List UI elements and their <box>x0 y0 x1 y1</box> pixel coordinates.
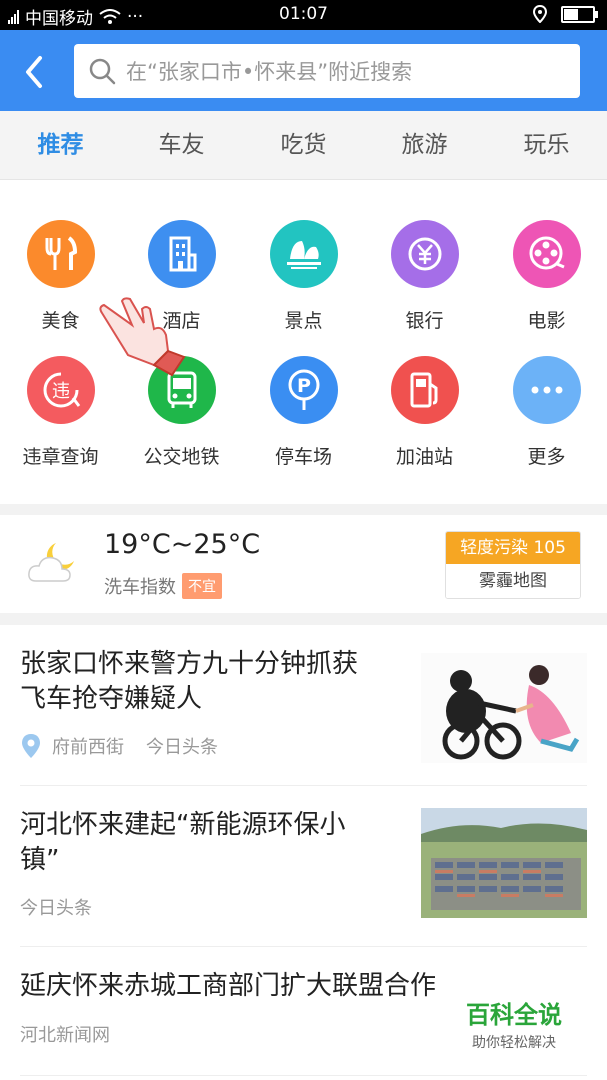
temperature-range: 19°C~25°C <box>104 529 261 560</box>
news-title: 延庆怀来赤城工商部门扩大联盟合作 <box>20 971 437 1001</box>
svg-text:违: 违 <box>52 381 70 402</box>
news-source: 今日头条 <box>146 737 218 758</box>
news-source: 今日头条 <box>20 898 92 919</box>
battery-icon <box>561 5 598 23</box>
svg-text:P: P <box>297 375 311 397</box>
tab-fun[interactable]: 玩乐 <box>486 111 607 179</box>
news-thumbnail <box>421 808 587 918</box>
search-icon <box>89 58 116 85</box>
weather-card[interactable]: 19°C~25°C 洗车指数 不宜 轻度污染 105 雾霾地图 <box>0 515 607 613</box>
parking-icon: P <box>269 356 338 424</box>
category-grid: 美食 酒店 景点 银行 电影 违 违章查询 公交地铁 P 停车场 加油站 更多 <box>0 180 607 504</box>
top-bar: 在“张家口市•怀来县”附近搜索 <box>0 30 607 111</box>
news-source: 河北新闻网 <box>20 1025 110 1046</box>
category-parking[interactable]: P 停车场 <box>243 356 364 469</box>
more-dots-icon <box>512 356 581 424</box>
tab-foodie[interactable]: 吃货 <box>243 111 364 179</box>
car-wash-index-label: 洗车指数 <box>104 577 176 598</box>
search-input[interactable]: 在“张家口市•怀来县”附近搜索 <box>74 44 580 98</box>
tab-recommend[interactable]: 推荐 <box>0 111 121 179</box>
category-more[interactable]: 更多 <box>486 356 607 469</box>
aqi-badge: 轻度污染 105 <box>446 532 580 564</box>
tap-hand-icon <box>99 297 186 377</box>
violation-icon: 违 <box>26 356 95 424</box>
news-title: 河北怀来建起“新能源环保小 镇” <box>20 810 346 875</box>
category-tabs: 推荐 车友 吃货 旅游 玩乐 <box>0 111 607 180</box>
watermark-logo: 百科全说 助你轻松解决 <box>444 995 584 1053</box>
location-icon <box>533 5 547 23</box>
category-label: 银行 <box>405 310 444 332</box>
watermark-subtitle: 助你轻松解决 <box>472 1035 556 1051</box>
car-wash-status-badge: 不宜 <box>182 573 222 599</box>
scenic-spot-icon <box>269 220 338 288</box>
category-bank[interactable]: 银行 <box>364 220 485 333</box>
hotel-building-icon <box>147 220 216 288</box>
news-thumbnail <box>421 653 587 763</box>
search-placeholder: 在“张家口市•怀来县”附近搜索 <box>126 60 413 84</box>
clock: 01:07 <box>279 4 328 24</box>
air-quality-button[interactable]: 轻度污染 105 雾霾地图 <box>445 531 581 599</box>
film-reel-icon <box>512 220 581 288</box>
tab-travel[interactable]: 旅游 <box>364 111 485 179</box>
news-item[interactable]: 张家口怀来警方九十分钟抓获 飞车抢夺嫌疑人 府前西街 今日头条 <box>20 625 587 786</box>
yuan-coin-icon <box>390 220 459 288</box>
news-location: 府前西街 <box>52 737 124 758</box>
category-label: 景点 <box>284 310 323 332</box>
tab-car-friends[interactable]: 车友 <box>121 111 242 179</box>
news-title: 张家口怀来警方九十分钟抓获 飞车抢夺嫌疑人 <box>20 649 359 714</box>
category-label: 更多 <box>527 446 566 468</box>
category-label: 停车场 <box>274 446 332 468</box>
category-scenic[interactable]: 景点 <box>243 220 364 333</box>
category-label: 加油站 <box>395 446 453 468</box>
news-item[interactable]: 河北怀来建起“新能源环保小 镇” 今日头条 <box>20 786 587 947</box>
status-bar: 中国移动 ··· 01:07 <box>0 0 607 30</box>
category-label: 电影 <box>527 310 566 332</box>
back-icon[interactable] <box>18 52 52 92</box>
cloudy-moon-icon <box>28 543 74 582</box>
category-label: 违章查询 <box>22 446 99 468</box>
gas-station-icon <box>390 356 459 424</box>
fork-knife-icon <box>26 220 95 288</box>
category-gas-station[interactable]: 加油站 <box>364 356 485 469</box>
location-pin-icon <box>22 734 40 758</box>
haze-map-link[interactable]: 雾霾地图 <box>446 564 580 598</box>
watermark-title: 百科全说 <box>466 1001 562 1029</box>
category-movie[interactable]: 电影 <box>486 220 607 333</box>
category-label: 公交地铁 <box>143 446 220 468</box>
